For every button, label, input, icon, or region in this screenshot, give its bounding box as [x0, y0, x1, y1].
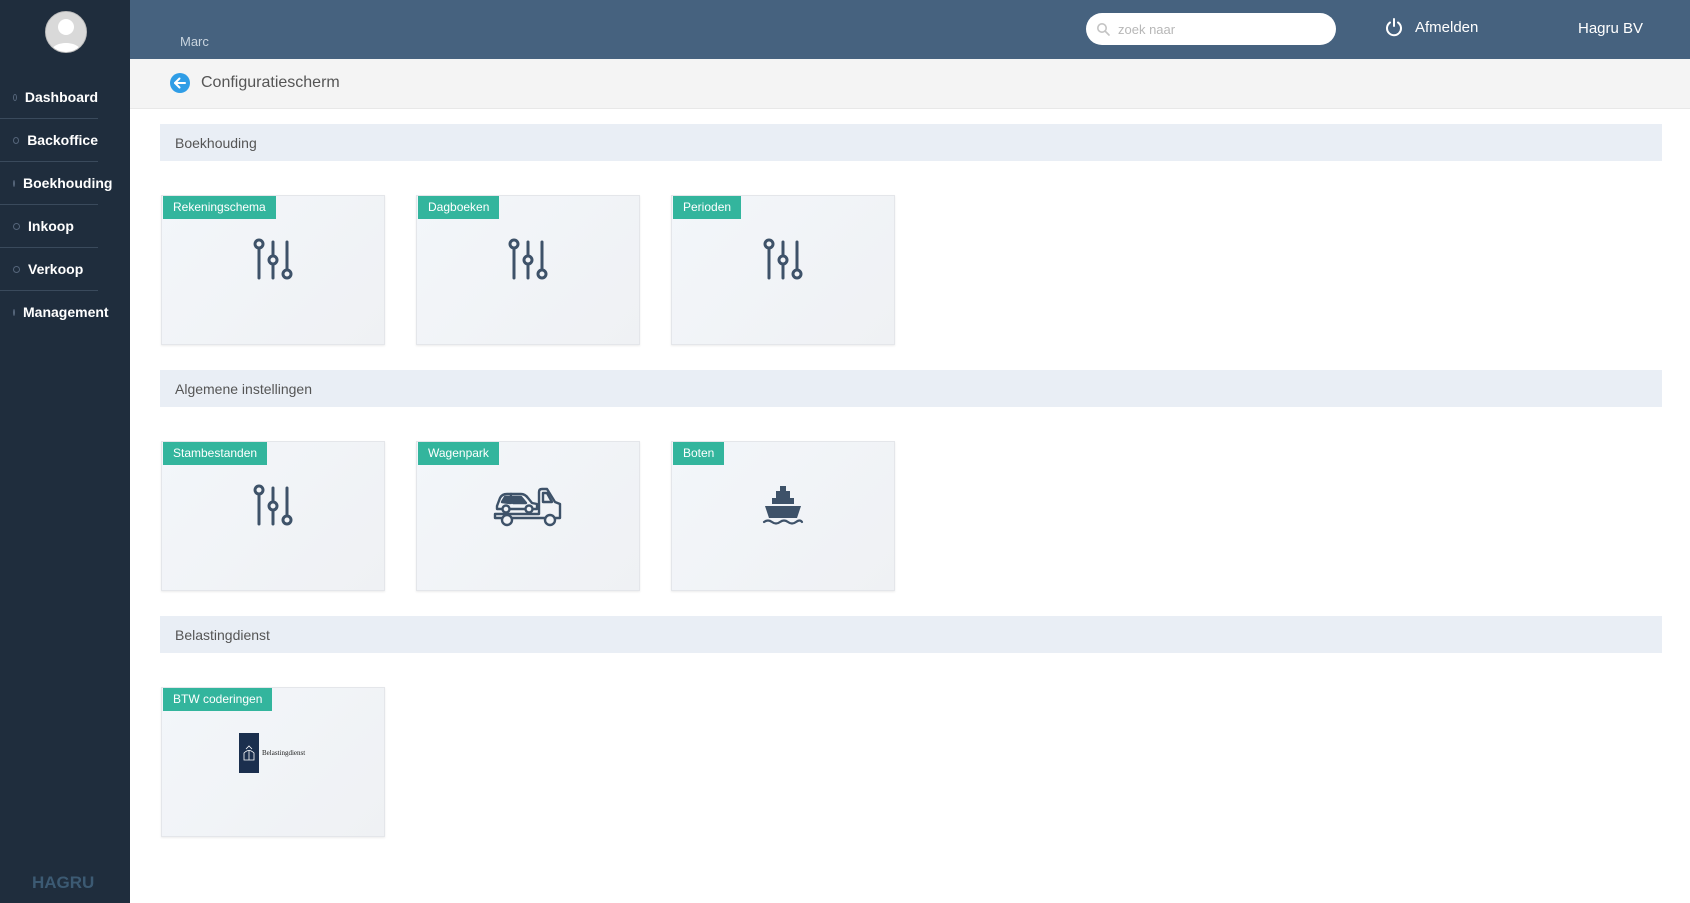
company-name[interactable]: Hagru BV: [1578, 20, 1643, 37]
power-icon: [1386, 18, 1402, 37]
sidebar-item-verkoop[interactable]: Verkoop: [0, 248, 98, 291]
card-label: Rekeningschema: [163, 196, 276, 219]
card-wagenpark[interactable]: Wagenpark: [416, 441, 640, 591]
card-label: BTW coderingen: [163, 688, 273, 711]
sliders-icon: [763, 238, 803, 280]
card-label: Wagenpark: [418, 442, 499, 465]
brand-logo: HAGRU: [32, 873, 95, 892]
belastingdienst-logo: Belastingdienst: [239, 733, 305, 773]
arrow-left-icon: [174, 77, 186, 89]
tow-truck-icon: [493, 487, 562, 527]
logout-label: Afmelden: [1415, 18, 1479, 36]
sidebar-item-label: Boekhouding: [23, 175, 113, 191]
sidebar-item-management[interactable]: Management: [0, 291, 109, 333]
sidebar-item-label: Inkoop: [28, 218, 74, 234]
sidebar-nav: Dashboard Backoffice Boekhouding Inkoop …: [0, 76, 130, 333]
user-icon: [46, 12, 86, 52]
card-label: Stambestanden: [163, 442, 268, 465]
back-button[interactable]: [170, 73, 190, 93]
logo-text: Belastingdienst: [262, 749, 306, 757]
page-header: Configuratiescherm: [130, 59, 1690, 109]
sidebar-item-label: Dashboard: [24, 89, 98, 105]
topbar: Marc Afmelden Hagru BV: [130, 0, 1690, 59]
sidebar-item-backoffice[interactable]: Backoffice: [0, 119, 98, 162]
card-boten[interactable]: Boten: [671, 441, 895, 591]
sliders-icon: [253, 484, 293, 526]
bullet-icon: [13, 222, 20, 230]
bullet-icon: [13, 179, 15, 187]
section-header-belastingdienst: Belastingdienst: [160, 616, 1662, 653]
card-stambestanden[interactable]: Stambestanden: [161, 441, 385, 591]
section-header-boekhouding: Boekhouding: [160, 124, 1662, 161]
card-rekeningschema[interactable]: Rekeningschema: [161, 195, 385, 345]
search-box[interactable]: [1086, 13, 1336, 45]
card-btw-coderingen[interactable]: BTW coderingen Belastingdienst: [161, 687, 385, 837]
section-header-algemene-instellingen: Algemene instellingen: [160, 370, 1662, 407]
search-input[interactable]: [1116, 20, 1320, 38]
sidebar-item-inkoop[interactable]: Inkoop: [0, 205, 98, 248]
sidebar-item-label: Backoffice: [27, 132, 98, 148]
sliders-icon: [508, 238, 548, 280]
sidebar-item-dashboard[interactable]: Dashboard: [0, 76, 98, 119]
search-icon: [1097, 23, 1110, 36]
sidebar: Dashboard Backoffice Boekhouding Inkoop …: [0, 0, 130, 903]
card-dagboeken[interactable]: Dagboeken: [416, 195, 640, 345]
logout-button[interactable]: Afmelden: [1384, 17, 1478, 37]
bullet-icon: [13, 265, 20, 273]
sliders-icon: [253, 238, 293, 280]
sidebar-item-label: Management: [23, 304, 109, 320]
crest-icon: [239, 733, 259, 773]
sidebar-item-boekhouding[interactable]: Boekhouding: [0, 162, 112, 205]
page-title: Configuratiescherm: [201, 74, 340, 91]
card-perioden[interactable]: Perioden: [671, 195, 895, 345]
avatar[interactable]: [45, 11, 87, 53]
bullet-icon: [13, 93, 17, 101]
sidebar-item-label: Verkoop: [28, 261, 84, 277]
ship-icon: [762, 486, 804, 525]
username: Marc: [180, 34, 209, 49]
bullet-icon: [13, 308, 15, 316]
card-label: Dagboeken: [418, 196, 500, 219]
card-label: Boten: [673, 442, 725, 465]
bullet-icon: [13, 136, 20, 144]
card-label: Perioden: [673, 196, 742, 219]
